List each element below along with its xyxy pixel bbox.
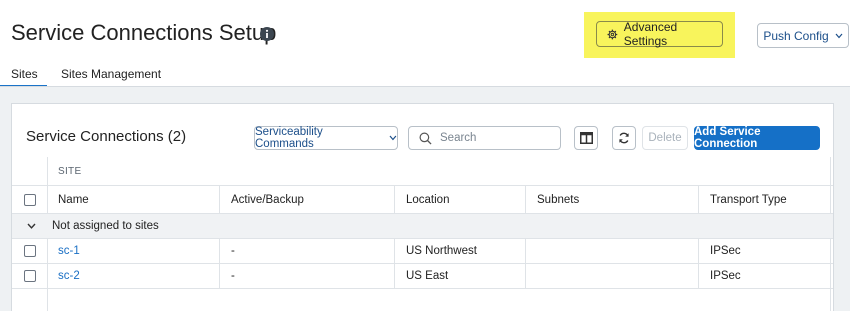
info-icon[interactable] xyxy=(260,27,274,41)
add-service-connection-button[interactable]: Add Service Connection xyxy=(694,126,820,150)
column-divider xyxy=(525,239,526,263)
site-column-group-label: SITE xyxy=(58,165,82,177)
advanced-settings-button[interactable]: Advanced Settings xyxy=(596,20,723,48)
columns-button[interactable] xyxy=(574,126,598,150)
column-divider xyxy=(47,186,48,213)
row-checkbox-cell xyxy=(24,239,36,263)
row-checkbox[interactable] xyxy=(24,245,36,257)
table-group-row[interactable]: Not assigned to sites xyxy=(12,214,833,239)
serviceability-commands-dropdown[interactable]: Serviceability Commands xyxy=(254,126,398,150)
connection-name-link[interactable]: sc-1 xyxy=(58,239,80,263)
select-all-checkbox-cell xyxy=(24,186,36,213)
table-row: sc-1 - US Northwest IPSec xyxy=(12,239,833,264)
column-divider xyxy=(47,264,48,288)
column-divider xyxy=(698,239,699,263)
advanced-settings-label: Advanced Settings xyxy=(623,20,678,48)
refresh-icon xyxy=(619,132,629,144)
location-cell: US East xyxy=(406,270,449,282)
column-divider xyxy=(219,264,220,288)
table-header-row: Name Active/Backup Location Subnets Tran… xyxy=(12,186,833,214)
column-divider xyxy=(47,289,48,311)
column-divider xyxy=(525,186,526,213)
search-icon xyxy=(419,132,432,145)
column-divider xyxy=(47,157,48,185)
column-divider xyxy=(394,186,395,213)
chevron-down-icon[interactable] xyxy=(27,214,36,238)
row-checkbox-cell xyxy=(24,264,36,288)
gear-icon xyxy=(607,29,618,39)
page-title: Service Connections Setup xyxy=(11,20,277,45)
push-config-label: Push Config xyxy=(763,28,829,43)
column-divider xyxy=(698,264,699,288)
group-label: Not assigned to sites xyxy=(52,220,159,232)
location-cell: US Northwest xyxy=(406,245,477,257)
column-header-transport-type[interactable]: Transport Type xyxy=(710,186,787,213)
column-divider xyxy=(525,264,526,288)
column-divider xyxy=(830,186,831,213)
column-divider xyxy=(219,239,220,263)
column-header-active-backup[interactable]: Active/Backup xyxy=(231,186,304,213)
push-config-button[interactable]: Push Config xyxy=(757,23,849,48)
column-divider xyxy=(394,264,395,288)
column-divider xyxy=(219,186,220,213)
delete-button[interactable]: Delete xyxy=(642,126,688,150)
active-backup-cell: - xyxy=(231,245,235,257)
column-divider xyxy=(698,186,699,213)
column-divider xyxy=(830,289,831,311)
refresh-button[interactable] xyxy=(612,126,636,150)
select-all-checkbox[interactable] xyxy=(24,193,36,206)
column-header-name[interactable]: Name xyxy=(58,186,89,213)
column-divider xyxy=(830,239,831,263)
column-header-location[interactable]: Location xyxy=(406,186,449,213)
chevron-down-icon xyxy=(27,223,36,229)
chevron-down-icon xyxy=(835,33,843,38)
connection-name-link[interactable]: sc-2 xyxy=(58,264,80,288)
service-connections-card: Service Connections (2) Serviceability C… xyxy=(11,103,834,311)
row-checkbox[interactable] xyxy=(24,270,36,282)
columns-icon xyxy=(579,132,593,144)
active-backup-cell: - xyxy=(231,270,235,282)
column-divider xyxy=(830,157,831,185)
chevron-down-icon xyxy=(389,135,397,141)
transport-type-cell: IPSec xyxy=(710,245,741,257)
column-header-subnets[interactable]: Subnets xyxy=(537,186,579,213)
table-empty-area xyxy=(12,289,833,311)
column-divider xyxy=(830,264,831,288)
search-box[interactable] xyxy=(408,126,561,150)
table-row: sc-2 - US East IPSec xyxy=(12,264,833,289)
column-divider xyxy=(47,239,48,263)
column-divider xyxy=(394,239,395,263)
table-group-header-row: SITE xyxy=(12,157,833,186)
transport-type-cell: IPSec xyxy=(710,270,741,282)
serviceability-commands-label: Serviceability Commands xyxy=(255,126,323,150)
tab-sites-management[interactable]: Sites Management xyxy=(61,67,161,81)
search-input[interactable] xyxy=(440,132,540,144)
tab-sites[interactable]: Sites xyxy=(11,67,38,81)
card-title: Service Connections (2) xyxy=(26,128,187,145)
